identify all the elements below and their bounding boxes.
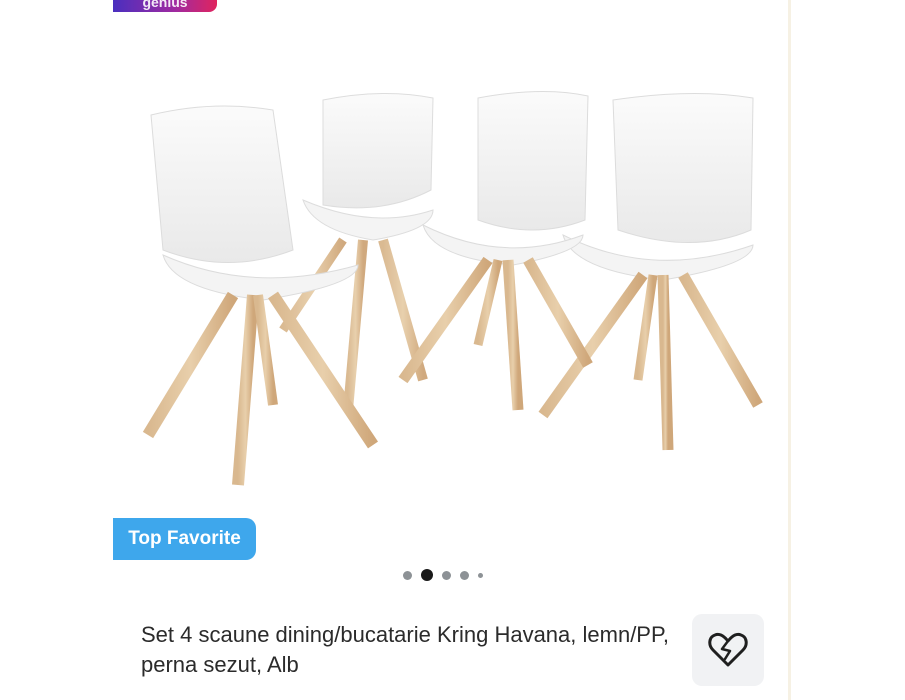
product-image[interactable] [133, 80, 773, 500]
carousel-dot[interactable] [442, 570, 451, 580]
carousel-dots[interactable] [403, 567, 483, 583]
genius-badge: genius [113, 0, 217, 12]
product-card[interactable]: genius Top Favorite Set 4 scaune dining/… [113, 0, 788, 700]
carousel-dot[interactable] [460, 570, 469, 580]
carousel-dot[interactable] [478, 572, 483, 578]
genius-badge-label: genius [142, 0, 188, 10]
carousel-dot[interactable] [403, 570, 412, 580]
carousel-dot-active[interactable] [421, 569, 433, 581]
heart-icon [708, 632, 748, 667]
page-edge [788, 0, 791, 700]
product-title[interactable]: Set 4 scaune dining/bucatarie Kring Hava… [141, 620, 671, 680]
top-favorite-badge: Top Favorite [113, 518, 256, 560]
favorite-button[interactable] [692, 614, 764, 686]
